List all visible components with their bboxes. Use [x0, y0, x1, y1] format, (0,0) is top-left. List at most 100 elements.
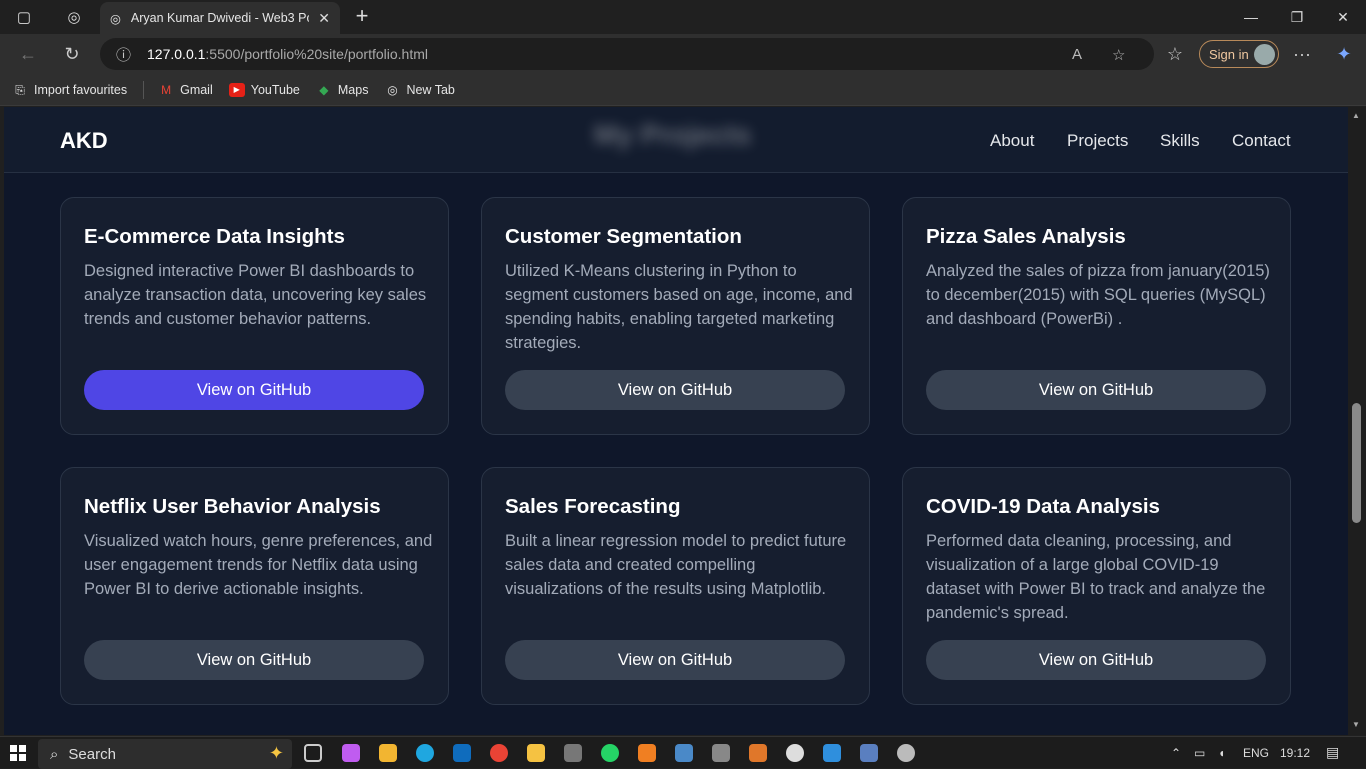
fav-label: YouTube: [250, 82, 300, 97]
vscode-icon[interactable]: [823, 744, 841, 762]
project-card: Customer Segmentation Utilized K-Means c…: [481, 197, 870, 435]
clock[interactable]: 19:12: [1280, 746, 1310, 760]
fav-label: New Tab: [406, 82, 455, 97]
view-on-github-button[interactable]: View on GitHub: [926, 370, 1266, 410]
app-icon[interactable]: [749, 744, 767, 762]
fav-label: Import favourites: [34, 82, 128, 97]
project-title: Pizza Sales Analysis: [926, 225, 1126, 248]
address-toolbar: ← ↻ ⓘ 127.0.0.1 :5500/portfolio%20site/p…: [0, 34, 1366, 74]
view-on-github-button[interactable]: View on GitHub: [926, 640, 1266, 680]
project-title: Sales Forecasting: [505, 495, 681, 518]
browser-tab-bar: ▢ ◎ ◎ Aryan Kumar Dwivedi - Web3 Por ✕ +…: [0, 0, 1366, 34]
fav-new-tab[interactable]: ◎ New Tab: [384, 82, 455, 97]
youtube-icon: ▶: [228, 82, 245, 97]
refresh-button[interactable]: ↻: [58, 40, 86, 68]
tab-title: Aryan Kumar Dwivedi - Web3 Por: [130, 11, 309, 25]
address-bar[interactable]: ⓘ 127.0.0.1 :5500/portfolio%20site/portf…: [100, 38, 1154, 70]
project-card: Netflix User Behavior Analysis Visualize…: [60, 467, 449, 705]
edge-browser-icon[interactable]: [416, 744, 434, 762]
copilot-app-icon[interactable]: [342, 744, 360, 762]
close-tab-icon[interactable]: ✕: [318, 10, 330, 27]
sign-in-button[interactable]: Sign in: [1199, 40, 1279, 68]
project-title: Netflix User Behavior Analysis: [84, 495, 381, 518]
outlook-icon[interactable]: [453, 744, 471, 762]
project-description: Performed data cleaning, processing, and…: [926, 532, 1266, 622]
project-card: E-Commerce Data Insights Designed intera…: [60, 197, 449, 435]
favourites-icon[interactable]: ☆: [1161, 40, 1189, 68]
app-icon[interactable]: [860, 744, 878, 762]
app-icon[interactable]: [675, 744, 693, 762]
battery-icon[interactable]: ▭: [1194, 746, 1205, 760]
site-info-icon[interactable]: ⓘ: [116, 44, 131, 65]
close-window-button[interactable]: ✕: [1320, 0, 1366, 34]
scrollbar-thumb[interactable]: [1352, 403, 1361, 523]
taskbar-search[interactable]: ⌕ Search ✦: [38, 739, 292, 769]
file-explorer-icon[interactable]: [527, 744, 545, 762]
project-title: E-Commerce Data Insights: [84, 225, 345, 248]
app-icon[interactable]: [638, 744, 656, 762]
whatsapp-icon[interactable]: [601, 744, 619, 762]
copilot-icon[interactable]: ✦: [1330, 40, 1358, 68]
maximize-button[interactable]: ❐: [1274, 0, 1320, 34]
search-icon: ⌕: [50, 745, 59, 763]
gmail-icon: M: [161, 82, 172, 97]
view-on-github-button[interactable]: View on GitHub: [84, 640, 424, 680]
favourites-bar: ⎘ Import favourites M Gmail ▶ YouTube ◆ …: [0, 74, 1366, 106]
chatgpt-icon[interactable]: [786, 744, 804, 762]
fav-label: Maps: [337, 82, 369, 97]
view-on-github-button[interactable]: View on GitHub: [505, 640, 845, 680]
project-card: Pizza Sales Analysis Analyzed the sales …: [902, 197, 1291, 435]
site-header: AKD My Projects About Projects Skills Co…: [4, 107, 1348, 173]
page-scrollbar[interactable]: ▲ ▼: [1348, 107, 1366, 735]
fav-maps[interactable]: ◆ Maps: [316, 82, 369, 97]
scroll-down-icon[interactable]: ▼: [1352, 720, 1360, 729]
app-icon[interactable]: [564, 744, 582, 762]
url-host: 127.0.0.1: [147, 46, 206, 62]
sidebar-toggle-icon[interactable]: ▢: [6, 3, 42, 31]
fav-youtube[interactable]: ▶ YouTube: [228, 82, 300, 97]
view-on-github-button[interactable]: View on GitHub: [84, 370, 424, 410]
minimize-button[interactable]: —: [1228, 0, 1274, 34]
project-description: Analyzed the sales of pizza from january…: [926, 262, 1270, 328]
show-hidden-icons-icon[interactable]: ⌃: [1171, 746, 1181, 760]
import-icon: ⎘: [15, 82, 25, 97]
search-highlight-icon: ✦: [268, 743, 284, 763]
site-logo[interactable]: AKD: [60, 128, 108, 154]
volume-icon[interactable]: ◖: [1218, 746, 1225, 760]
chrome-icon[interactable]: [490, 744, 508, 762]
microsoft-store-icon[interactable]: [379, 744, 397, 762]
project-title: Customer Segmentation: [505, 225, 742, 248]
nav-projects[interactable]: Projects: [1067, 131, 1128, 151]
nav-skills[interactable]: Skills: [1160, 131, 1200, 151]
windows-start-icon[interactable]: [10, 745, 26, 761]
language-indicator[interactable]: ENG: [1243, 746, 1269, 760]
task-view-icon[interactable]: [304, 744, 322, 762]
fav-gmail[interactable]: M Gmail: [158, 83, 213, 97]
notifications-icon[interactable]: ▤: [1326, 744, 1339, 761]
section-heading-blurred: My Projects: [594, 119, 752, 150]
settings-gear-icon[interactable]: [897, 744, 915, 762]
favorite-star-icon[interactable]: ☆: [1112, 46, 1125, 64]
workspaces-globe-icon[interactable]: ◎: [56, 3, 92, 31]
url-path: :5500/portfolio%20site/portfolio.html: [205, 46, 428, 62]
read-aloud-icon[interactable]: A: [1072, 46, 1082, 63]
back-button[interactable]: ←: [14, 40, 42, 68]
fav-import-favourites[interactable]: ⎘ Import favourites: [12, 83, 127, 97]
project-description: Utilized K-Means clustering in Python to…: [505, 262, 853, 352]
nav-contact[interactable]: Contact: [1232, 131, 1291, 151]
fav-label: Gmail: [180, 82, 213, 97]
nav-about[interactable]: About: [990, 131, 1034, 151]
calculator-icon[interactable]: [712, 744, 730, 762]
maps-icon: ◆: [319, 82, 329, 97]
windows-taskbar: ⌕ Search ✦ ⌃ ▭ ◖ ENG 19:12 ▤: [0, 736, 1366, 769]
project-title: COVID-19 Data Analysis: [926, 495, 1160, 518]
active-tab[interactable]: ◎ Aryan Kumar Dwivedi - Web3 Por ✕: [100, 2, 340, 34]
project-card: Sales Forecasting Built a linear regress…: [481, 467, 870, 705]
globe-icon: ◎: [387, 82, 398, 97]
more-options-icon[interactable]: ···: [1288, 40, 1316, 68]
new-tab-button[interactable]: +: [350, 4, 374, 30]
tab-globe-icon: ◎: [110, 11, 121, 26]
favourites-divider: [143, 80, 145, 99]
scroll-up-icon[interactable]: ▲: [1352, 111, 1360, 120]
view-on-github-button[interactable]: View on GitHub: [505, 370, 845, 410]
